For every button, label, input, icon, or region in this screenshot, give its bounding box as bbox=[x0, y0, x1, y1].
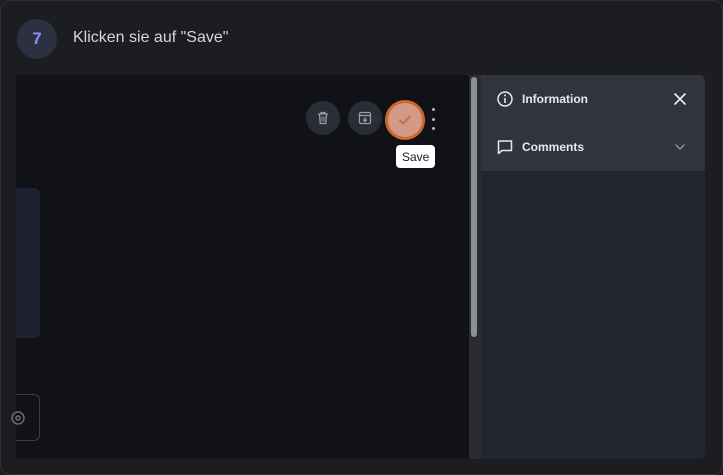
details-side-panel: Information Comments bbox=[481, 75, 705, 459]
more-options-button[interactable] bbox=[428, 108, 438, 130]
close-icon bbox=[674, 93, 686, 105]
comment-icon bbox=[497, 140, 513, 155]
save-button[interactable] bbox=[385, 100, 425, 140]
app-screenshot-area: Save bbox=[11, 75, 469, 459]
step-number-badge: 7 bbox=[17, 19, 57, 59]
step-instruction: Klicken sie auf "Save" bbox=[73, 29, 229, 46]
save-tooltip: Save bbox=[396, 145, 436, 168]
vertical-scrollbar[interactable] bbox=[469, 75, 481, 459]
information-label: Information bbox=[522, 92, 588, 106]
info-circle-icon bbox=[497, 91, 513, 107]
comments-tab[interactable]: Comments bbox=[496, 137, 584, 157]
tutorial-frame: 7 Klicken sie auf "Save" Save Informatio… bbox=[0, 0, 723, 475]
comments-label: Comments bbox=[522, 140, 585, 154]
trash-icon bbox=[318, 111, 328, 125]
archive-button[interactable] bbox=[348, 101, 382, 135]
scrollbar-thumb[interactable] bbox=[471, 77, 477, 337]
close-panel-button[interactable] bbox=[672, 91, 688, 107]
delete-button[interactable] bbox=[306, 101, 340, 135]
partial-button[interactable] bbox=[11, 394, 40, 441]
archive-download-icon bbox=[358, 111, 372, 125]
side-panel-header: Information Comments bbox=[481, 75, 705, 171]
check-icon bbox=[399, 115, 411, 125]
partial-icon bbox=[11, 410, 25, 425]
information-tab[interactable]: Information bbox=[496, 89, 588, 109]
partial-card bbox=[16, 188, 40, 338]
chevron-down-icon[interactable] bbox=[674, 141, 686, 153]
